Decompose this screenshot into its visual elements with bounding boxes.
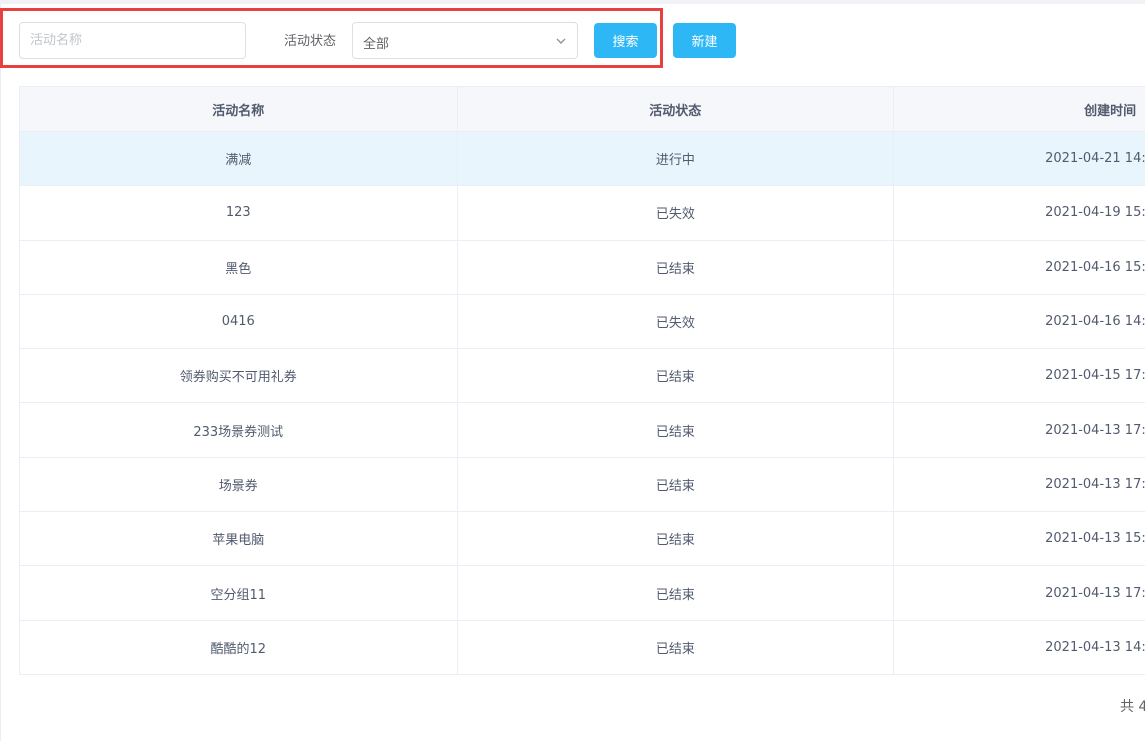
cell-name: 场景券 bbox=[20, 457, 458, 512]
pagination-total: 共 4 bbox=[1120, 699, 1145, 715]
cell-status: 已结束 bbox=[458, 403, 895, 457]
cell-status: 已失效 bbox=[458, 294, 895, 349]
cell-status: 已结束 bbox=[458, 457, 895, 512]
cell-name: 空分组11 bbox=[20, 566, 458, 620]
cell-status: 已结束 bbox=[458, 349, 895, 403]
table-row[interactable]: 苹果电脑 已结束 2021-04-13 15: bbox=[20, 512, 1145, 567]
cell-name: 领券购买不可用礼券 bbox=[20, 349, 458, 403]
chevron-down-icon bbox=[556, 38, 566, 44]
table-row[interactable]: 满减 进行中 2021-04-21 14: bbox=[20, 132, 1145, 187]
status-select[interactable]: 全部 bbox=[352, 22, 578, 59]
cell-name: 233场景券测试 bbox=[20, 403, 458, 457]
cell-name: 苹果电脑 bbox=[20, 512, 458, 566]
cell-name: 满减 bbox=[20, 132, 458, 186]
cell-created: 2021-04-13 15: bbox=[894, 512, 1145, 565]
status-select-value: 全部 bbox=[363, 37, 390, 52]
header-cell-created: 创建时间 bbox=[894, 87, 1145, 131]
cell-status: 进行中 bbox=[458, 132, 895, 186]
cell-created: 2021-04-13 17: bbox=[894, 458, 1145, 511]
table-row[interactable]: 0416 已失效 2021-04-16 14: bbox=[20, 294, 1145, 350]
top-strip bbox=[0, 0, 1145, 4]
cell-status: 已结束 bbox=[458, 512, 895, 566]
table-header-row: 活动名称 活动状态 创建时间 bbox=[20, 87, 1145, 132]
cell-created: 2021-04-21 14: bbox=[894, 132, 1145, 185]
activity-name-input[interactable] bbox=[19, 22, 246, 59]
cell-name: 黑色 bbox=[20, 240, 458, 294]
table-row[interactable]: 空分组11 已结束 2021-04-13 17: bbox=[20, 566, 1145, 621]
cell-created: 2021-04-16 14: bbox=[894, 295, 1145, 348]
table-row[interactable]: 233场景券测试 已结束 2021-04-13 17: bbox=[20, 403, 1145, 458]
status-label: 活动状态 bbox=[284, 34, 337, 49]
cell-created: 2021-04-16 15: bbox=[894, 241, 1145, 294]
cell-name: 123 bbox=[20, 186, 458, 240]
cell-created: 2021-04-13 17: bbox=[894, 403, 1145, 456]
table-row[interactable]: 场景券 已结束 2021-04-13 17: bbox=[20, 457, 1145, 513]
table-row[interactable]: 黑色 已结束 2021-04-16 15: bbox=[20, 240, 1145, 295]
cell-status: 已失效 bbox=[458, 186, 895, 240]
page: 活动状态 全部 搜索 新建 活动名称 活动状态 创建时间 满减 进行中 2021… bbox=[0, 0, 1145, 741]
cell-created: 2021-04-13 14: bbox=[894, 621, 1145, 674]
activity-table: 活动名称 活动状态 创建时间 满减 进行中 2021-04-21 14: 123… bbox=[19, 86, 1145, 675]
table-row[interactable]: 领券购买不可用礼券 已结束 2021-04-15 17: bbox=[20, 349, 1145, 404]
cell-name: 酷酷的12 bbox=[20, 620, 458, 674]
table-row[interactable]: 酷酷的12 已结束 2021-04-13 14: bbox=[20, 620, 1145, 675]
cell-status: 已结束 bbox=[458, 566, 895, 620]
cell-created: 2021-04-13 17: bbox=[894, 566, 1145, 619]
cell-name: 0416 bbox=[20, 294, 458, 349]
left-divider bbox=[0, 4, 1, 741]
table-row[interactable]: 123 已失效 2021-04-19 15: bbox=[20, 186, 1145, 241]
new-button[interactable]: 新建 bbox=[673, 23, 736, 58]
header-cell-status: 活动状态 bbox=[458, 87, 895, 131]
cell-status: 已结束 bbox=[458, 620, 895, 674]
cell-created: 2021-04-19 15: bbox=[894, 186, 1145, 239]
search-button[interactable]: 搜索 bbox=[594, 23, 657, 58]
cell-status: 已结束 bbox=[458, 240, 895, 294]
header-cell-name: 活动名称 bbox=[20, 87, 458, 131]
cell-created: 2021-04-15 17: bbox=[894, 349, 1145, 402]
